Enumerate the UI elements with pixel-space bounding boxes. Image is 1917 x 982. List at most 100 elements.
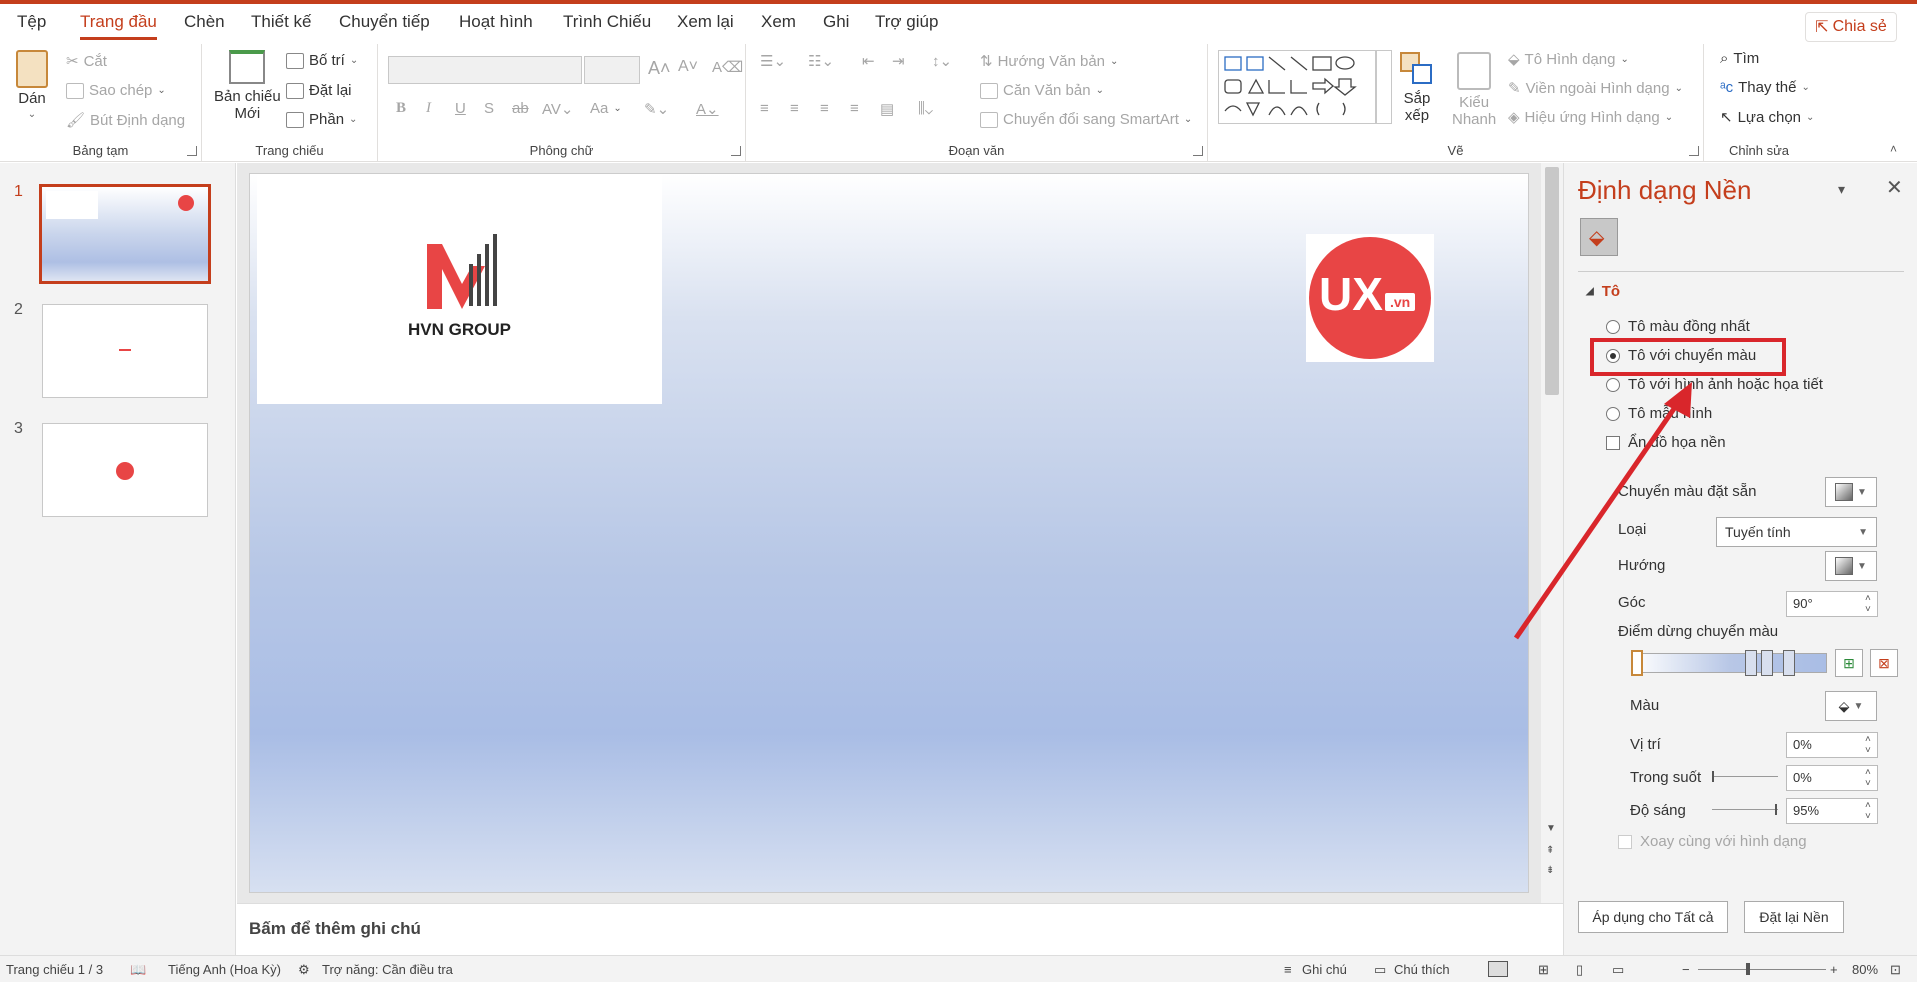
paste-button[interactable]: Dán ⌄ [16, 50, 48, 120]
radio-button[interactable] [1606, 377, 1620, 392]
scrollbar-thumb[interactable] [1545, 167, 1559, 395]
shapes-more-button[interactable] [1376, 50, 1392, 124]
tab-slideshow[interactable]: Trình Chiếu [563, 12, 651, 32]
apply-to-all-button[interactable]: Áp dụng cho Tất cả [1578, 901, 1728, 933]
notes-icon[interactable]: ≡ [1284, 962, 1292, 977]
copy-button[interactable]: Sao chép ⌄ [66, 82, 166, 99]
hvn-logo[interactable]: HVN GROUP [257, 174, 662, 404]
fill-section-header[interactable]: ◢ Tô [1586, 283, 1620, 300]
scroll-down-icon[interactable]: ▼ [1546, 823, 1556, 834]
change-case-button[interactable]: Aa ⌄ [590, 100, 622, 117]
slider-thumb[interactable] [1775, 804, 1777, 815]
decrease-indent-icon[interactable]: ⇤ [862, 52, 875, 70]
dialog-launcher-icon[interactable] [1193, 146, 1203, 156]
tab-review[interactable]: Xem lại [677, 12, 734, 32]
italic-button[interactable]: I [426, 100, 431, 117]
fill-category-button[interactable]: ⬙ [1580, 218, 1618, 256]
shape-effects-button[interactable]: ◈ Hiệu ứng Hình dạng ⌄ [1508, 108, 1673, 127]
next-slide-icon[interactable]: ⇟ [1546, 865, 1554, 876]
reset-background-button[interactable]: Đặt lại Nền [1744, 901, 1844, 933]
slide-thumbnail[interactable] [39, 184, 211, 284]
preset-gradient-dropdown[interactable]: ▼ [1825, 477, 1877, 507]
rotate-with-shape-option[interactable]: Xoay cùng với hình dạng [1618, 833, 1807, 850]
zoom-slider[interactable] [1698, 963, 1826, 975]
gradient-stop[interactable] [1745, 650, 1757, 676]
tab-record[interactable]: Ghi [823, 12, 849, 32]
remove-stop-button[interactable]: ⊠ [1870, 649, 1898, 677]
language-status[interactable]: Tiếng Anh (Hoa Kỳ) [168, 962, 281, 977]
find-button[interactable]: ⌕ Tìm [1720, 50, 1759, 67]
direction-dropdown[interactable]: ▼ [1825, 551, 1877, 581]
slideshow-icon[interactable]: ▭ [1612, 962, 1624, 978]
reading-view-icon[interactable]: ▯ [1576, 962, 1583, 978]
position-input[interactable]: 0% [1786, 732, 1878, 758]
shape-outline-button[interactable]: ✎ Viền ngoài Hình dạng ⌄ [1508, 79, 1683, 98]
font-name-combo[interactable] [388, 56, 582, 84]
accessibility-icon[interactable]: ⚙ [298, 962, 310, 978]
comment-icon[interactable]: ▭ [1374, 962, 1386, 978]
comments-button[interactable]: Chú thích [1394, 962, 1450, 977]
tab-home[interactable]: Trang đầu [80, 12, 157, 40]
char-spacing-icon[interactable]: AV⌄ [542, 100, 573, 118]
reset-button[interactable]: Đặt lại [286, 82, 352, 99]
transparency-input[interactable]: 0% [1786, 765, 1878, 791]
pane-options-chevron-icon[interactable]: ▾ [1838, 181, 1845, 198]
dialog-launcher-icon[interactable] [187, 146, 197, 156]
increase-indent-icon[interactable]: ⇥ [892, 52, 905, 70]
angle-input[interactable]: 90° [1786, 591, 1878, 617]
zoom-level[interactable]: 80% [1852, 962, 1878, 977]
close-icon[interactable]: ✕ [1886, 175, 1903, 200]
strikethrough-button[interactable]: ab [512, 100, 529, 117]
font-color-icon[interactable]: A⌄ [696, 100, 719, 118]
color-dropdown[interactable]: ⬙ ▼ [1825, 691, 1877, 721]
brightness-slider[interactable] [1712, 804, 1778, 815]
gradient-stop[interactable] [1761, 650, 1773, 676]
bold-button[interactable]: B [396, 100, 406, 117]
shapes-gallery[interactable] [1218, 50, 1376, 124]
type-dropdown[interactable]: Tuyến tính ▼ [1716, 517, 1877, 547]
hide-background-option[interactable]: Ẩn đồ họa nền [1606, 434, 1726, 451]
decrease-font-icon[interactable]: A˅ [678, 58, 698, 76]
align-right-icon[interactable]: ≡ [820, 100, 829, 117]
radio-button[interactable] [1606, 406, 1620, 421]
solid-fill-option[interactable]: Tô màu đồng nhất [1606, 318, 1750, 335]
checkbox[interactable] [1606, 435, 1620, 450]
zoom-slider-thumb[interactable] [1746, 963, 1750, 975]
share-button[interactable]: ⇱ Chia sẻ [1805, 12, 1897, 42]
smartart-button[interactable]: Chuyển đổi sang SmartArt ⌄ [980, 111, 1192, 128]
highlight-icon[interactable]: ✎⌄ [644, 100, 669, 118]
cut-button[interactable]: ✂ Cắt [66, 52, 107, 71]
accessibility-status[interactable]: Trợ năng: Cần điều tra [322, 962, 453, 977]
picture-fill-option[interactable]: Tô với hình ảnh hoặc họa tiết [1606, 376, 1823, 393]
shape-fill-button[interactable]: ⬙ Tô Hình dạng ⌄ [1508, 50, 1629, 69]
tab-transitions[interactable]: Chuyển tiếp [339, 12, 430, 32]
columns-icon[interactable]: ⫼⌄ [918, 100, 933, 117]
tab-design[interactable]: Thiết kế [251, 12, 311, 32]
distributed-icon[interactable]: ▤ [880, 100, 894, 118]
section-button[interactable]: Phần ⌄ [286, 111, 357, 128]
tab-animations[interactable]: Hoạt hình [459, 12, 533, 32]
slide-scrollbar[interactable]: ▼ ⇞ ⇟ [1541, 163, 1563, 903]
add-stop-button[interactable]: ⊞ [1835, 649, 1863, 677]
increase-font-icon[interactable]: A˄ [648, 58, 671, 79]
pattern-fill-option[interactable]: Tô mẫu hình [1606, 405, 1712, 422]
gradient-stop[interactable] [1631, 650, 1643, 676]
tab-insert[interactable]: Chèn [184, 12, 225, 32]
gradient-stops-bar[interactable] [1631, 650, 1827, 676]
tab-view[interactable]: Xem [761, 12, 796, 32]
zoom-in-icon[interactable]: + [1830, 962, 1838, 977]
slide-thumbnail[interactable] [42, 423, 208, 517]
tab-file[interactable]: Tệp [17, 12, 46, 32]
slide-sorter-icon[interactable]: ⊞ [1538, 962, 1549, 978]
align-center-icon[interactable]: ≡ [790, 100, 799, 117]
new-slide-button[interactable]: Bản chiếu Mới [214, 50, 281, 122]
text-direction-button[interactable]: ⇅ Hướng Văn bản ⌄ [980, 52, 1118, 71]
radio-button[interactable] [1606, 319, 1620, 334]
underline-button[interactable]: U [455, 100, 466, 117]
checkbox[interactable] [1618, 834, 1632, 849]
notes-button[interactable]: Ghi chú [1302, 962, 1347, 977]
brightness-input[interactable]: 95% [1786, 798, 1878, 824]
replace-button[interactable]: ᵃc Thay thế ⌄ [1720, 79, 1810, 96]
quick-styles-button[interactable]: Kiểu Nhanh [1452, 52, 1496, 128]
layout-button[interactable]: Bố trí ⌄ [286, 52, 358, 69]
